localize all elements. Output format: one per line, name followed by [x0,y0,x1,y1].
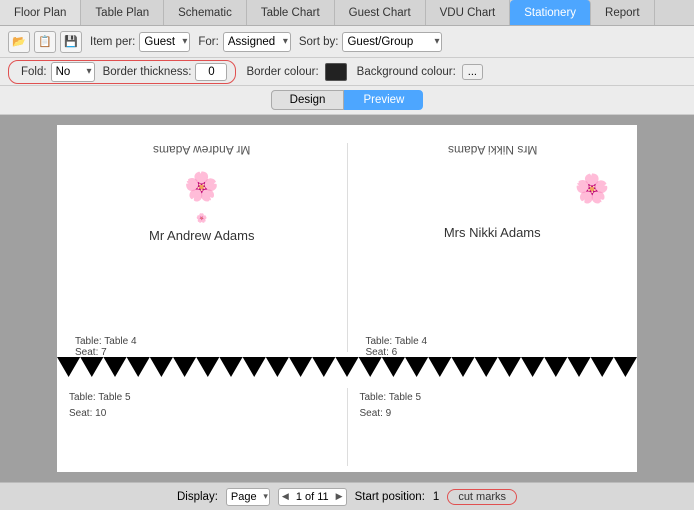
flower-left-top: 🌸 [177,161,227,211]
table-left: Table: Table 4 [75,336,337,347]
border-thickness-input[interactable] [195,63,227,81]
tear-line [57,357,637,377]
start-position-value: 1 [433,491,439,503]
cut-marks-button[interactable]: cut marks [447,489,517,505]
display-select[interactable]: Page [226,488,270,506]
main-content: Mr Andrew Adams 🌸 🌸 Mr Andrew Adams Tabl… [0,115,694,482]
toolbar-row2: Fold: No Border thickness: Border colour… [0,58,694,86]
start-position-label: Start position: [355,491,425,503]
background-colour-button[interactable]: ... [462,64,483,80]
seat-right: Seat: 6 [366,347,628,358]
seat-left: Seat: 7 [75,347,337,358]
bottom-section: Table: Table 5 Seat: 10 Table: Table 5 S… [57,382,637,472]
border-thickness-label: Border thickness: [103,66,192,78]
design-preview-row: Design Preview [0,86,694,115]
bottom-table-right: Table: Table 5 [360,390,626,406]
border-colour-picker[interactable] [325,63,347,81]
bottom-card-right: Table: Table 5 Seat: 9 [348,382,638,472]
flower-right-top: 🌸 [567,163,617,213]
tab-vdu-chart[interactable]: VDU Chart [426,0,511,25]
icon-open[interactable]: 📂 [8,31,30,53]
fold-label: Fold: [21,66,47,78]
table-right: Table: Table 4 [366,336,628,347]
footer-bar: Display: Page ◀ 1 of 11 ▶ Start position… [0,482,694,510]
name-upside-right: Mrs Nikki Adams [448,143,537,157]
design-button[interactable]: Design [271,90,345,110]
for-select-wrapper: Assigned [223,32,291,52]
item-per-select[interactable]: Guest [139,32,190,52]
icon-copy[interactable]: 📋 [34,31,56,53]
background-colour-label: Background colour: [357,66,456,78]
tab-stationery[interactable]: Stationery [510,0,591,25]
upper-cards: Mr Andrew Adams 🌸 🌸 Mr Andrew Adams Tabl… [57,125,637,362]
name-upside-left: Mr Andrew Adams [153,143,250,157]
bottom-seat-right: Seat: 9 [360,406,626,422]
page-prev-arrow[interactable]: ◀ [279,491,292,502]
fold-select[interactable]: No [51,62,95,82]
item-per-label: Item per: [90,36,135,48]
icon-save[interactable]: 💾 [60,31,82,53]
bottom-seat-left: Seat: 10 [69,406,335,422]
tab-guest-chart[interactable]: Guest Chart [335,0,426,25]
preview-button[interactable]: Preview [344,90,423,110]
tab-floor-plan[interactable]: Floor Plan [0,0,81,25]
display-select-wrapper: Page [226,488,270,506]
tab-schematic[interactable]: Schematic [164,0,247,25]
name-right-left: Mr Andrew Adams [149,228,255,243]
fold-group: Fold: No Border thickness: [8,60,236,84]
sort-by-select-wrapper: Guest/Group [342,32,442,52]
border-colour-label: Border colour: [246,66,318,78]
toolbar-row1: 📂 📋 💾 Item per: Guest For: Assigned Sort… [0,26,694,58]
flower-left-mid: 🌸 [196,213,207,224]
sort-by-label: Sort by: [299,36,339,48]
fold-select-wrapper: No [51,62,95,82]
card-right: Mrs Nikki Adams 🌸 Mrs Nikki Adams Table:… [348,133,638,362]
page-number: 1 of 11 [292,491,333,503]
for-select[interactable]: Assigned [223,32,291,52]
tab-table-chart[interactable]: Table Chart [247,0,335,25]
tab-table-plan[interactable]: Table Plan [81,0,164,25]
sort-by-select[interactable]: Guest/Group [342,32,442,52]
tab-report[interactable]: Report [591,0,655,25]
nav-tabs: Floor Plan Table Plan Schematic Table Ch… [0,0,694,26]
stationery-page: Mr Andrew Adams 🌸 🌸 Mr Andrew Adams Tabl… [57,125,637,472]
name-right-right: Mrs Nikki Adams [444,225,541,240]
item-per-select-wrapper: Guest [139,32,190,52]
bottom-table-left: Table: Table 5 [69,390,335,406]
page-nav: ◀ 1 of 11 ▶ [278,488,347,506]
for-label: For: [198,36,218,48]
display-label: Display: [177,491,218,503]
card-left: Mr Andrew Adams 🌸 🌸 Mr Andrew Adams Tabl… [57,133,347,362]
page-next-arrow[interactable]: ▶ [333,491,346,502]
bottom-card-left: Table: Table 5 Seat: 10 [57,382,347,472]
